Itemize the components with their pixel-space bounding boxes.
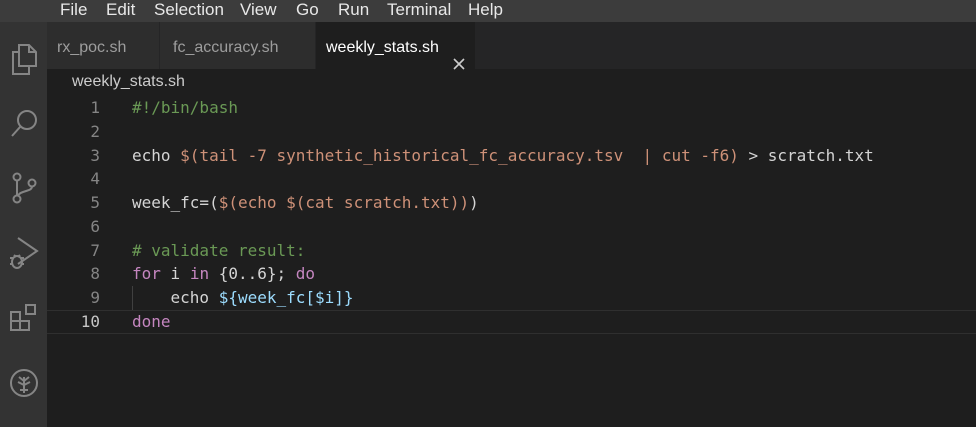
menu-edit[interactable]: Edit — [106, 0, 135, 20]
files-icon[interactable] — [0, 42, 47, 76]
menu-file[interactable]: File — [60, 0, 87, 20]
code-line[interactable]: 8 for i in {0..6}; do — [47, 262, 976, 286]
tab-label: rx_poc.sh — [57, 39, 127, 56]
line-number: 4 — [90, 169, 100, 188]
menu-terminal[interactable]: Terminal — [387, 0, 451, 20]
line-number: 5 — [90, 193, 100, 212]
code-token: #!/bin/bash — [132, 98, 238, 117]
line-number: 6 — [90, 217, 100, 236]
code-token: week_fc=( — [132, 193, 219, 212]
code-line[interactable]: 2 — [47, 120, 976, 144]
code-token: echo — [132, 288, 219, 307]
source-control-icon[interactable] — [0, 172, 47, 204]
code-text: # validate result: — [132, 239, 305, 263]
code-token: for — [132, 264, 161, 283]
code-token: ) — [469, 193, 479, 212]
tab-fc-accuracy[interactable]: fc_accuracy.sh — [160, 22, 316, 69]
code-token: echo — [132, 146, 181, 165]
code-token: # validate result: — [132, 241, 306, 260]
line-number: 3 — [90, 146, 100, 165]
code-line[interactable]: 6 — [47, 215, 976, 239]
code-editor[interactable]: 1 #!/bin/bash 2 3 echo $(tail -7 synthetic_h… — [47, 95, 976, 427]
code-line[interactable]: 5 week_fc=($(echo $(cat scratch.txt))) — [47, 191, 976, 215]
code-text: #!/bin/bash — [132, 96, 238, 120]
code-token: i — [160, 264, 190, 283]
code-token: in — [189, 264, 210, 283]
code-text: echo $(tail -7 synthetic_historical_fc_a… — [132, 144, 874, 168]
close-icon[interactable] — [452, 41, 466, 70]
line-number: 7 — [90, 241, 100, 260]
code-line[interactable]: 4 — [47, 167, 976, 191]
code-text: week_fc=($(echo $(cat scratch.txt))) — [132, 191, 479, 215]
code-line[interactable]: 3 echo $(tail -7 synthetic_historical_fc_… — [47, 144, 976, 168]
code-line[interactable]: 9 echo ${week_fc[$i]} — [47, 286, 976, 310]
menu-run[interactable]: Run — [338, 0, 369, 20]
line-number: 2 — [90, 122, 100, 141]
run-debug-icon[interactable] — [0, 234, 47, 270]
code-token: $(tail -7 synthetic_historical_fc_accura… — [180, 146, 739, 165]
code-token: {0..6}; — [209, 264, 296, 283]
code-token: > scratch.txt — [738, 146, 874, 165]
menu-selection[interactable]: Selection — [154, 0, 224, 20]
code-line[interactable]: 1 #!/bin/bash — [47, 96, 976, 120]
tab-label: fc_accuracy.sh — [173, 39, 279, 56]
code-token: do — [295, 264, 316, 283]
tab-bar: rx_poc.sh fc_accuracy.sh weekly_stats.sh — [47, 22, 976, 70]
tab-label: weekly_stats.sh — [326, 39, 439, 56]
menu-bar: File Edit Selection View Go Run Terminal… — [0, 0, 976, 22]
line-number: 10 — [80, 312, 100, 331]
line-number: 9 — [90, 288, 100, 307]
code-line[interactable]: 7 # validate result: — [47, 239, 976, 263]
code-token: ${week_fc[$i]} — [218, 288, 354, 307]
line-number: 8 — [90, 264, 100, 283]
menu-go[interactable]: Go — [296, 0, 319, 20]
extensions-icon[interactable] — [0, 302, 47, 334]
tab-weekly-stats[interactable]: weekly_stats.sh — [316, 22, 476, 70]
code-token: $(echo $(cat scratch.txt)) — [218, 193, 470, 212]
search-icon[interactable] — [0, 108, 47, 140]
tree-logo-icon[interactable] — [0, 368, 47, 398]
code-text: echo ${week_fc[$i]} — [132, 286, 354, 310]
code-text: for i in {0..6}; do — [132, 262, 315, 286]
code-text: done — [132, 311, 171, 333]
code-token: done — [132, 312, 171, 331]
menu-help[interactable]: Help — [468, 0, 503, 20]
line-number: 1 — [90, 98, 100, 117]
code-line[interactable]: 10 done — [47, 310, 976, 334]
tab-rx-poc[interactable]: rx_poc.sh — [47, 22, 160, 69]
breadcrumb[interactable]: weekly_stats.sh — [72, 72, 185, 92]
menu-view[interactable]: View — [240, 0, 277, 20]
activity-bar — [0, 22, 47, 427]
